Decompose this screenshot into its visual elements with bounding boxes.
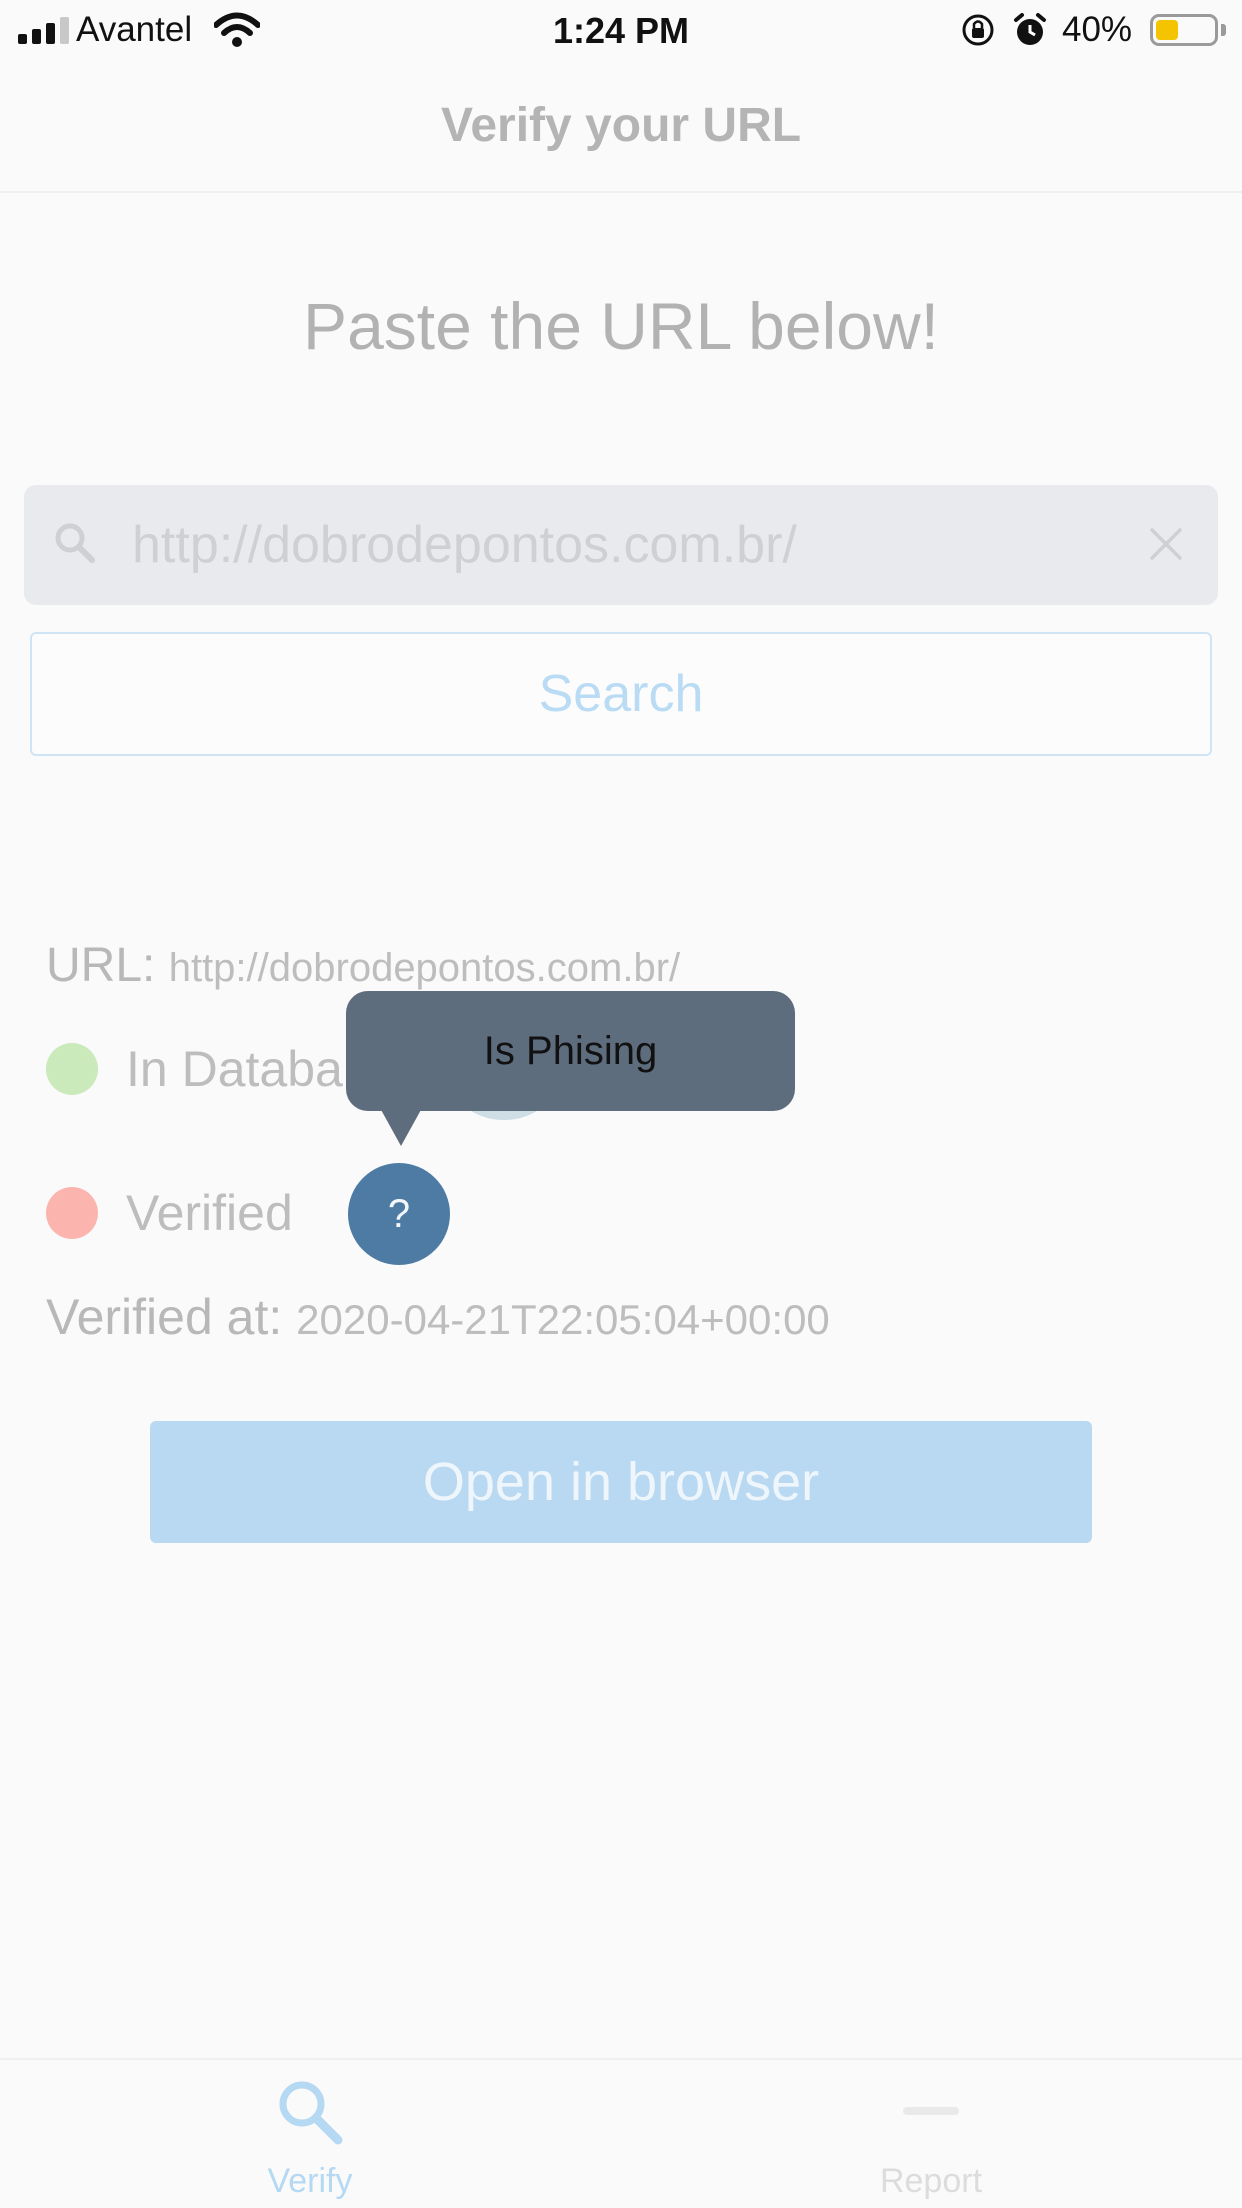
rotation-lock-icon	[962, 14, 994, 46]
url-label: URL:	[46, 939, 156, 992]
verified-at-value: 2020-04-21T22:05:04+00:00	[296, 1296, 830, 1343]
battery-level	[1156, 20, 1178, 40]
status-time: 1:24 PM	[552, 10, 690, 51]
in-database-status-dot	[46, 1043, 98, 1095]
tooltip-arrow	[380, 1108, 422, 1146]
verified-help-button[interactable]: ?	[348, 1163, 450, 1265]
url-value: http://dobrodepontos.com.br/	[168, 946, 681, 990]
alarm-icon	[1014, 13, 1046, 45]
search-button[interactable]: Search	[30, 632, 1212, 756]
url-input[interactable]	[132, 505, 1122, 585]
verified-at-label: Verified at:	[46, 1289, 283, 1345]
open-in-browser-button[interactable]: Open in browser	[150, 1421, 1092, 1543]
in-database-label: In Databa	[126, 1041, 343, 1097]
battery-cap	[1221, 24, 1226, 36]
search-icon	[55, 523, 95, 563]
help-button-label: ?	[387, 1191, 411, 1236]
verified-label: Verified	[126, 1185, 293, 1241]
url-row: URL: http://dobrodepontos.com.br/	[46, 938, 680, 993]
search-icon[interactable]	[274, 2076, 346, 2148]
battery-percentage: 40%	[1062, 10, 1133, 49]
tab-verify[interactable]: Verify	[200, 2162, 420, 2201]
clear-icon[interactable]	[1148, 526, 1184, 562]
verified-status-dot	[46, 1187, 98, 1239]
minus-icon[interactable]	[903, 2107, 959, 2115]
battery-icon	[1150, 14, 1218, 46]
phishing-tooltip: Is Phising	[346, 991, 795, 1111]
verified-at-row: Verified at: 2020-04-21T22:05:04+00:00	[46, 1288, 830, 1346]
tooltip-text: Is Phising	[483, 1028, 658, 1073]
tab-report[interactable]: Report	[821, 2162, 1041, 2201]
nav-divider	[0, 191, 1242, 193]
instruction-heading: Paste the URL below!	[303, 289, 939, 363]
page-title: Verify your URL	[440, 99, 802, 152]
tab-bar	[0, 2058, 1242, 2208]
